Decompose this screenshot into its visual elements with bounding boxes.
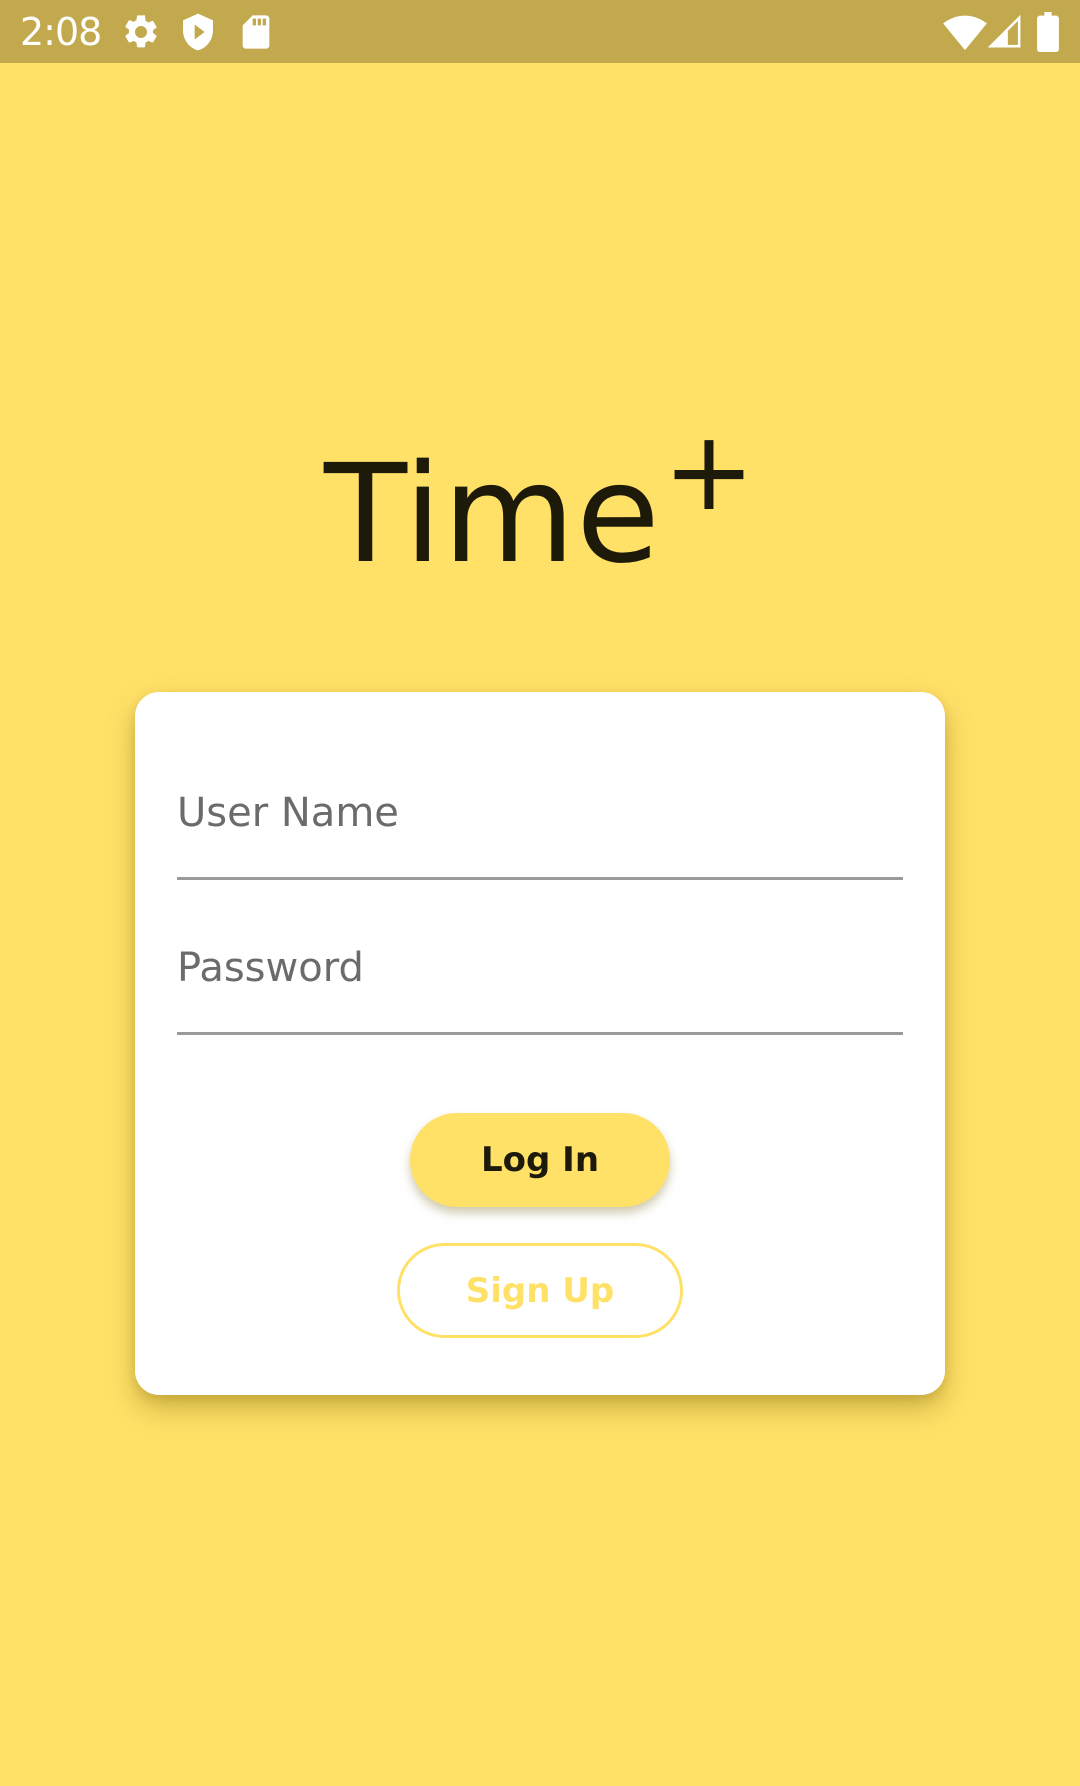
gear-icon xyxy=(121,12,161,52)
login-button-label: Log In xyxy=(480,1140,600,1180)
battery-icon xyxy=(1036,12,1060,52)
app-title: Time xyxy=(324,436,661,594)
login-button[interactable]: Log In xyxy=(410,1113,670,1207)
shield-play-icon xyxy=(178,12,218,52)
signup-button[interactable]: Sign Up xyxy=(397,1243,683,1338)
username-field xyxy=(177,777,903,880)
signup-button-label: Sign Up xyxy=(465,1270,615,1311)
wifi-icon xyxy=(943,12,987,52)
password-field xyxy=(177,932,903,1035)
app-logo: Time+ xyxy=(0,407,1080,598)
username-input[interactable] xyxy=(177,777,903,849)
status-bar: 2:08 xyxy=(0,0,1080,63)
login-card: Log In Sign Up xyxy=(135,692,945,1395)
password-input[interactable] xyxy=(177,932,903,1004)
status-time: 2:08 xyxy=(20,10,102,54)
sd-card-icon xyxy=(236,12,276,52)
app-title-plus: + xyxy=(662,407,756,535)
signal-icon xyxy=(988,13,1022,51)
